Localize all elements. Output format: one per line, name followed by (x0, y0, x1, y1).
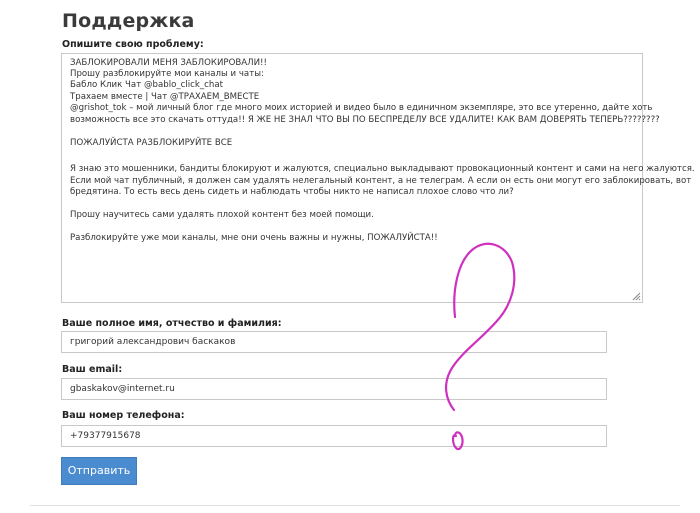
textarea-line: Трахаем вместе | Чат @ТРАХАЕМ_ВМЕСТЕ (70, 92, 260, 102)
name-field-value: григорий александрович баскаков (70, 337, 236, 347)
submit-button[interactable]: Отправить (61, 457, 137, 485)
phone-label: Ваш номер телефона: (62, 410, 185, 421)
phone-field[interactable]: +79377915678 (61, 425, 607, 447)
textarea-line: возможность все это скачать оттуда!! Я Ж… (70, 115, 660, 125)
email-field-value: gbaskakov@internet.ru (70, 384, 175, 394)
resize-handle-icon[interactable] (631, 291, 641, 301)
support-page: Поддержка Опишите свою проблему: ЗАБЛОКИ… (0, 0, 700, 513)
email-label: Ваш email: (62, 364, 123, 375)
textarea-line: Я знаю это мошенники, бандиты блокируют … (70, 164, 695, 174)
textarea-line: бредятина. То есть весь день сидеть и на… (70, 187, 514, 197)
textarea-line: Если мой чат публичный, я должен сам уда… (70, 176, 692, 186)
textarea-line: Бабло Клик Чат @bablo_click_chat (70, 80, 223, 90)
textarea-line: ПОЖАЛУЙСТА РАЗБЛОКИРУЙТЕ ВСЕ (70, 138, 233, 148)
phone-field-value: +79377915678 (70, 431, 141, 441)
textarea-line: @grishot_tok – мой личный блог где много… (70, 103, 653, 113)
email-field[interactable]: gbaskakov@internet.ru (61, 378, 607, 400)
textarea-line: ЗАБЛОКИРОВАЛИ МЕНЯ ЗАБЛОКИРОВАЛИ!! (70, 58, 267, 68)
page-title: Поддержка (62, 10, 195, 32)
problem-label: Опишите свою проблему: (62, 39, 204, 50)
textarea-line: Прошу разблокируйте мои каналы и чаты: (70, 69, 264, 79)
textarea-line: Разблокируйте уже мои каналы, мне они оч… (70, 233, 438, 243)
problem-textarea[interactable]: ЗАБЛОКИРОВАЛИ МЕНЯ ЗАБЛОКИРОВАЛИ!! Прошу… (61, 53, 695, 303)
divider (30, 505, 680, 506)
name-label: Ваше полное имя, отчество и фамилия: (62, 318, 282, 329)
textarea-line: Прошу научитесь сами удалять плохой конт… (70, 210, 374, 220)
name-field[interactable]: григорий александрович баскаков (61, 331, 607, 353)
